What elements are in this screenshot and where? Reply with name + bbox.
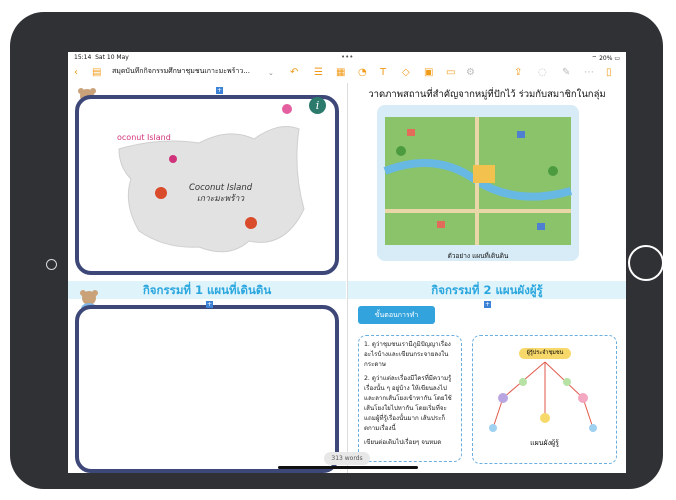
activity-1-banner: กิจกรรมที่ 1 แผนที่เดินดิน: [68, 281, 346, 299]
media-icon[interactable]: ▣: [424, 65, 433, 81]
back-chevron-icon[interactable]: ‹: [74, 65, 78, 81]
collaborate-icon[interactable]: ⚙: [466, 65, 475, 81]
map-pin[interactable]: [155, 187, 167, 199]
presenter-icon[interactable]: ▭: [446, 65, 455, 81]
map-frame: oconut Island Coconut Island เกาะมะพร้าว: [75, 95, 339, 275]
share-icon[interactable]: ⇪: [514, 65, 522, 81]
steps-label: ขั้นตอนการทำ: [358, 306, 435, 324]
mindmap-box: ผู้รู้ประจำชุมชน แผนผังผู้รู้: [472, 335, 617, 464]
document-pages: oconut Island Coconut Island เกาะมะพร้าว…: [68, 83, 626, 473]
screen: 15:14 Sat 10 May ••• ⌔ 20% ▭ ‹ ▤ สมุดบัน…: [68, 52, 626, 473]
format-brush-icon[interactable]: ✎: [562, 65, 570, 81]
page-3[interactable]: กิจกรรมที่ 1 แผนที่เดินดิน +: [68, 277, 348, 473]
steps-box: 1. ดูว่าชุมชนเรามีภูมิปัญญาเรื่องอะไรบ้า…: [358, 335, 462, 462]
undo-icon[interactable]: ↶: [290, 65, 298, 81]
battery-status: ⌔ 20% ▭: [591, 55, 620, 62]
add-icon[interactable]: +: [216, 87, 223, 94]
chart-icon[interactable]: ◔: [358, 65, 367, 81]
island-name-label: Coconut Island เกาะมะพร้าว: [189, 183, 253, 204]
map-pin[interactable]: [245, 217, 257, 229]
page-1[interactable]: oconut Island Coconut Island เกาะมะพร้าว…: [68, 83, 348, 277]
mindmap-caption: แผนผังผู้รู้: [530, 439, 559, 447]
pages-toolbar: ‹ ▤ สมุดบันทึกกิจกรรมศึกษาชุมชนเกาะมะพร้…: [68, 63, 626, 84]
add-icon[interactable]: +: [484, 301, 491, 308]
map-label: oconut Island: [117, 133, 171, 142]
add-icon[interactable]: +: [206, 301, 213, 308]
page-2[interactable]: วาดภาพสถานที่สำคัญจากหมู่ที่ปักไว้ ร่วมก…: [348, 83, 626, 277]
home-button[interactable]: [628, 245, 664, 281]
step-2-tail: เขียนต่อเติมไปเรื่อยๆ จนหมด: [364, 439, 442, 446]
home-indicator[interactable]: [278, 466, 418, 469]
step-1: 1. ดูว่าชุมชนเรามีภูมิปัญญาเรื่องอะไรบ้า…: [364, 341, 451, 368]
shape-icon[interactable]: ◇: [402, 65, 410, 81]
info-icon[interactable]: i: [309, 97, 326, 114]
sidebar-icon[interactable]: ▤: [92, 65, 101, 81]
more-icon[interactable]: ⋯: [584, 65, 594, 81]
word-count[interactable]: 313 words: [324, 452, 370, 465]
status-time-date: 15:14 Sat 10 May: [74, 54, 129, 61]
drawing-frame[interactable]: [75, 305, 339, 473]
step-2: 2. ดูว่าแต่ละเรื่องมีใครที่มีความรู้เรื่…: [364, 375, 452, 432]
document-title[interactable]: สมุดบันทึกกิจกรรมศึกษาชุมชนเกาะมะพร้าว..…: [112, 66, 250, 77]
multitask-dots[interactable]: •••: [341, 53, 353, 61]
page2-heading: วาดภาพสถานที่สำคัญจากหมู่ที่ปักไว้ ร่วมก…: [368, 89, 606, 100]
table-icon[interactable]: ▦: [336, 65, 345, 81]
list-icon[interactable]: ☰: [314, 65, 323, 81]
village-map-image: [377, 105, 579, 261]
title-chevron-down-icon[interactable]: ⌄: [268, 65, 274, 81]
page2-caption: ตัวอย่าง แผนที่เดินดิน: [447, 252, 509, 260]
page-4[interactable]: กิจกรรมที่ 2 แผนผังผู้รู้ ขั้นตอนการทำ 1…: [348, 277, 626, 473]
status-bar: 15:14 Sat 10 May ••• ⌔ 20% ▭: [68, 52, 626, 63]
text-box-icon[interactable]: T: [380, 65, 386, 81]
document-setup-icon[interactable]: ▯: [606, 65, 612, 81]
comment-icon[interactable]: ◌: [538, 65, 547, 81]
activity-2-banner: กิจกรรมที่ 2 แผนผังผู้รู้: [348, 281, 626, 299]
ipad-frame: 15:14 Sat 10 May ••• ⌔ 20% ▭ ‹ ▤ สมุดบัน…: [10, 12, 664, 489]
front-camera: [46, 259, 57, 270]
mindmap-diagram: [489, 361, 597, 432]
